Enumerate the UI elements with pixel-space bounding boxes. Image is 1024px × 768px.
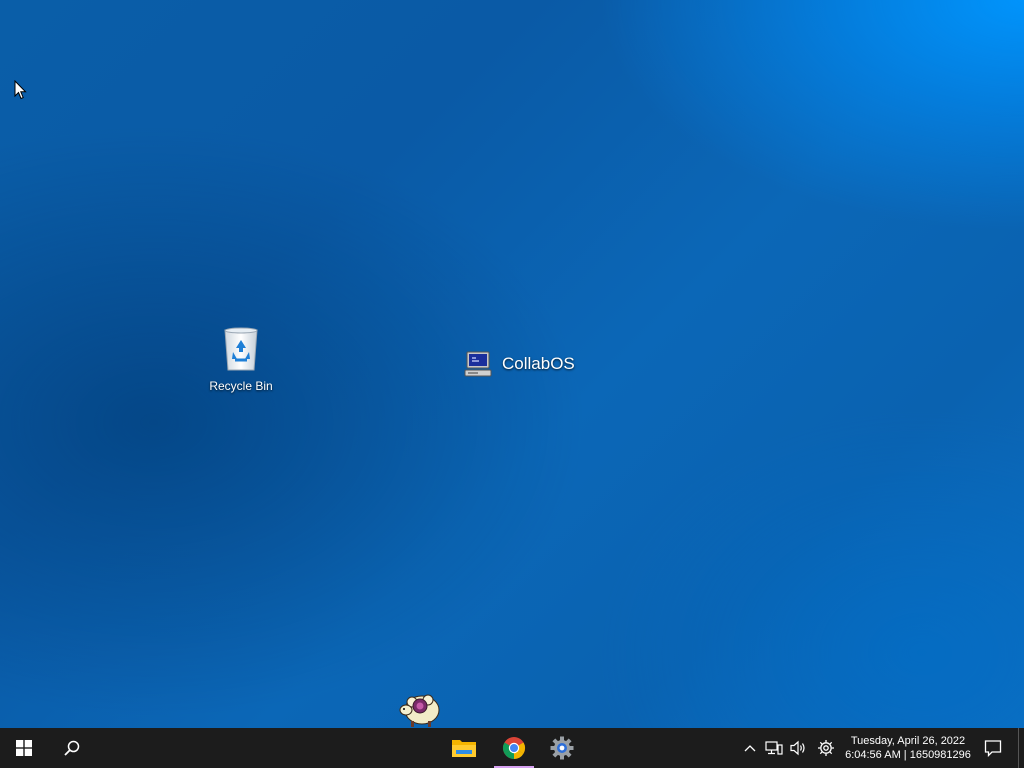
taskbar: Tuesday, April 26, 2022 6:04:56 AM | 165… [0, 728, 1024, 768]
search-button[interactable] [48, 728, 96, 768]
show-hidden-icons-button[interactable] [740, 728, 760, 768]
notification-icon [984, 740, 1002, 757]
chevron-up-icon [744, 745, 756, 752]
clock-time: 6:04:56 AM | 1650981296 [845, 749, 971, 761]
mouse-cursor-icon [14, 80, 27, 100]
volume-icon [790, 740, 805, 756]
settings-button[interactable] [538, 728, 586, 768]
recycle-bin-icon [224, 327, 258, 371]
volume-button[interactable] [787, 728, 809, 768]
chrome-button[interactable] [490, 728, 538, 768]
desktop: Recycle Bin CollabOS [0, 0, 1024, 728]
collabos-label: CollabOS [502, 354, 575, 373]
file-explorer-button[interactable] [440, 728, 488, 768]
recycle-bin-label: Recycle Bin [209, 379, 273, 393]
desktop-icon-recycle-bin[interactable]: Recycle Bin [200, 326, 282, 393]
clock[interactable]: Tuesday, April 26, 2022 6:04:56 AM | 165… [842, 734, 974, 762]
tray-settings-button[interactable] [814, 728, 838, 768]
start-button[interactable] [0, 728, 48, 768]
show-desktop-button[interactable] [1018, 728, 1024, 768]
network-icon [765, 741, 783, 755]
clock-date: Tuesday, April 26, 2022 [850, 735, 966, 747]
computer-icon [464, 351, 492, 377]
desktop-icon-collabos[interactable]: CollabOS [464, 350, 575, 378]
chrome-icon [503, 737, 525, 759]
file-explorer-icon [452, 740, 476, 757]
search-icon [64, 740, 80, 756]
windows-logo-icon [16, 740, 32, 756]
network-button[interactable] [763, 728, 785, 768]
notifications-button[interactable] [978, 728, 1008, 768]
gear-icon [818, 740, 834, 756]
sheep-icon[interactable] [398, 688, 442, 728]
settings-icon [550, 736, 574, 760]
